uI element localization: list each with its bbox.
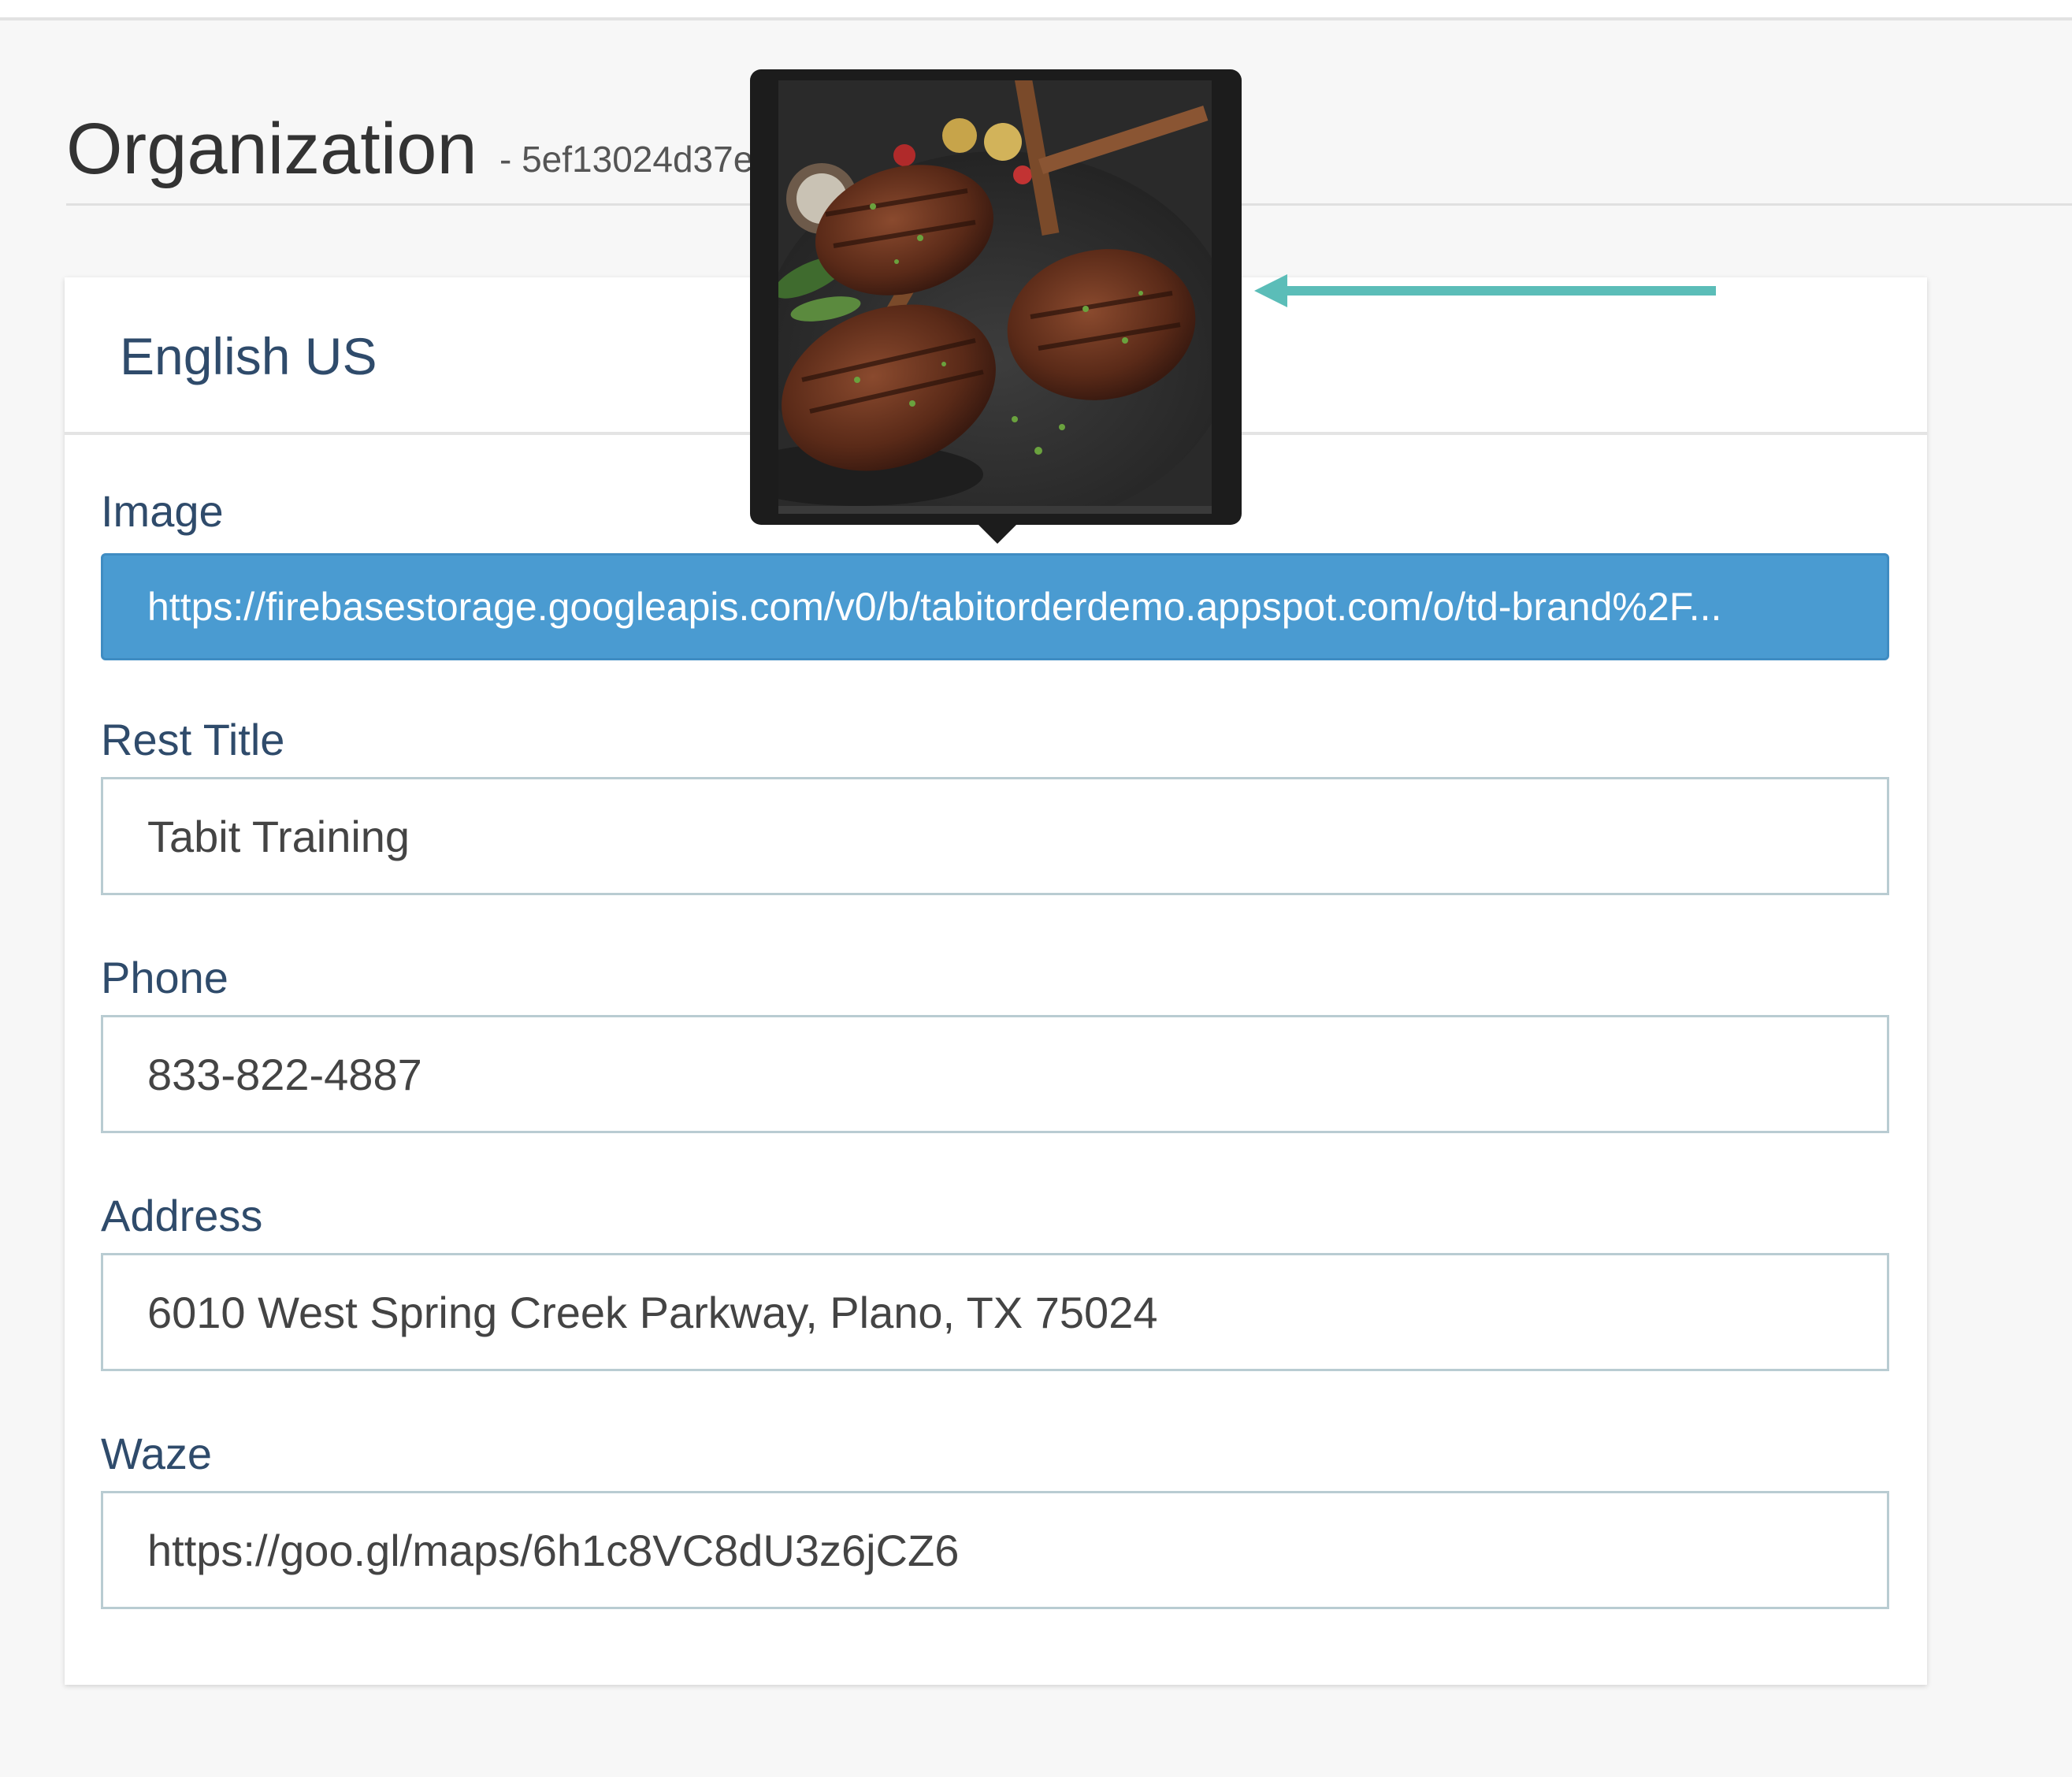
organization-id: - 5ef13024d37e: [499, 139, 754, 180]
card-title: English US: [120, 327, 377, 385]
waze-input[interactable]: [101, 1491, 1889, 1609]
waze-label: Waze: [101, 1429, 213, 1478]
image-url-field[interactable]: https://firebasestorage.googleapis.com/v…: [101, 553, 1889, 660]
image-preview-popover: [750, 69, 1242, 544]
image-label: Image: [101, 486, 224, 536]
top-bar: [0, 0, 2072, 20]
rest-title-label: Rest Title: [101, 715, 285, 764]
rest-title-input[interactable]: [101, 777, 1889, 895]
page-title: Organization: [66, 109, 477, 189]
phone-input[interactable]: [101, 1015, 1889, 1133]
annotation-arrow-icon: [1254, 274, 1716, 307]
address-input[interactable]: [101, 1253, 1889, 1371]
phone-label: Phone: [101, 953, 228, 1002]
address-label: Address: [101, 1191, 263, 1240]
food-preview-image: [778, 80, 1212, 514]
